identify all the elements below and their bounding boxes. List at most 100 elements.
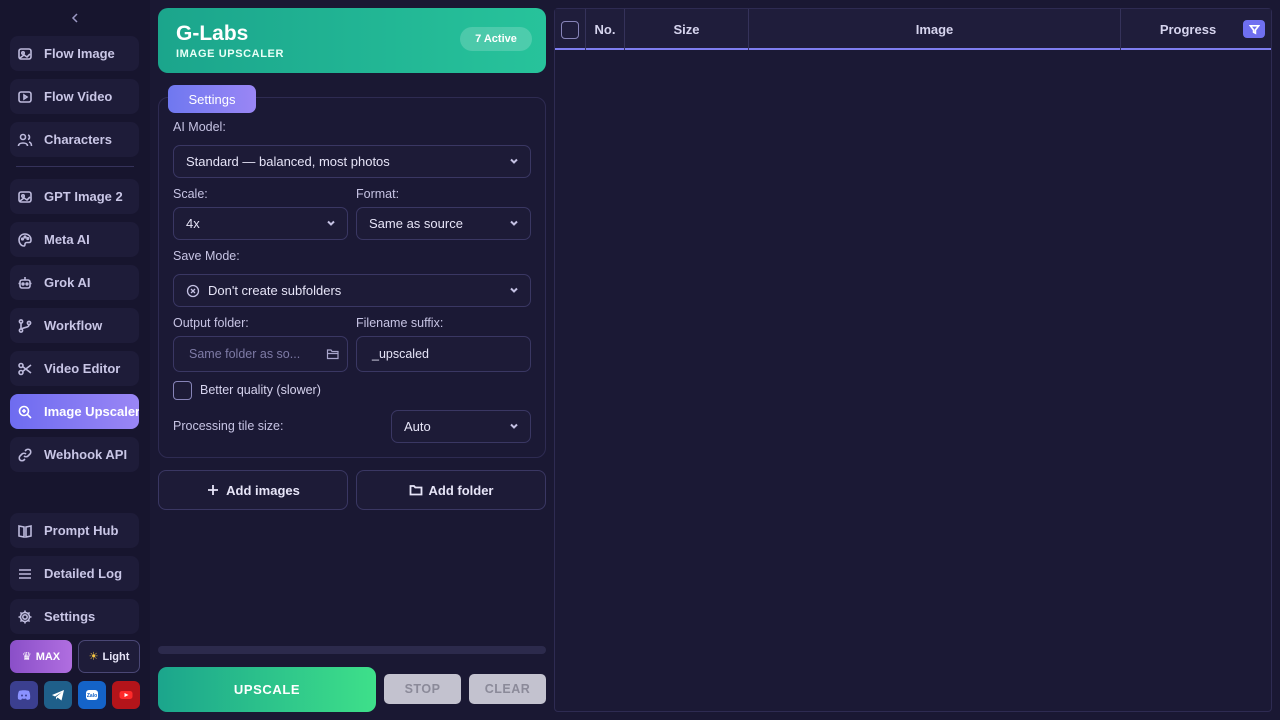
app-subtitle: IMAGE UPSCALER: [176, 48, 285, 60]
output-folder-label: Output folder:: [173, 316, 249, 330]
chevron-down-icon: [508, 284, 520, 296]
filename-suffix-label: Filename suffix:: [356, 316, 444, 330]
video-icon: [17, 89, 33, 105]
sidebar-item-flow-image[interactable]: Flow Image: [10, 36, 139, 71]
format-value: Same as source: [369, 216, 463, 231]
plus-icon: [206, 483, 220, 497]
sidebar-item-label: GPT Image 2: [44, 189, 123, 204]
folder-icon: [409, 483, 423, 497]
chevron-down-icon: [508, 155, 520, 167]
scissors-icon: [17, 361, 33, 377]
sun-icon: ☀: [88, 651, 99, 663]
chevron-down-icon: [508, 420, 520, 432]
add-folder-button[interactable]: Add folder: [356, 470, 546, 510]
sidebar-item-label: Grok AI: [44, 275, 91, 290]
link-icon: [17, 447, 33, 463]
scale-select[interactable]: 4x: [173, 207, 348, 240]
sidebar-item-detailed-log[interactable]: Detailed Log: [10, 556, 139, 591]
chevron-down-icon: [508, 217, 520, 229]
overall-progress-bar: [158, 646, 546, 654]
sidebar-item-label: Prompt Hub: [44, 523, 119, 538]
image-icon: [17, 46, 33, 62]
sidebar-item-image-upscaler[interactable]: Image Upscaler: [10, 394, 139, 429]
active-count-badge: 7 Active: [460, 27, 532, 51]
sidebar-item-meta-ai[interactable]: Meta AI: [10, 222, 139, 257]
users-icon: [17, 132, 33, 148]
upscale-button[interactable]: UPSCALE: [158, 667, 376, 712]
scale-label: Scale:: [173, 187, 208, 201]
table-header: No. Size Image Progress: [555, 9, 1271, 50]
sidebar-item-label: Characters: [44, 132, 112, 147]
tab-settings[interactable]: Settings: [168, 85, 256, 113]
app-header-card: G-Labs IMAGE UPSCALER 7 Active: [158, 8, 546, 73]
sidebar-item-workflow[interactable]: Workflow: [10, 308, 139, 343]
x-circle-icon: [186, 284, 200, 298]
filename-suffix-field[interactable]: _upscaled: [356, 336, 531, 372]
palette-icon: [17, 232, 33, 248]
filename-suffix-value: _upscaled: [372, 347, 429, 361]
sidebar-item-flow-video[interactable]: Flow Video: [10, 79, 139, 114]
sidebar-item-label: Flow Image: [44, 46, 115, 61]
select-all-checkbox[interactable]: [561, 20, 579, 39]
tile-size-select[interactable]: Auto: [391, 410, 531, 443]
crown-icon: ♛: [21, 651, 32, 663]
sidebar-item-gpt-image-2[interactable]: GPT Image 2: [10, 179, 139, 214]
list-icon: [17, 566, 33, 582]
zoom-in-icon: [17, 404, 33, 420]
better-quality-checkbox[interactable]: [173, 381, 192, 400]
sidebar-item-settings[interactable]: Settings: [10, 599, 139, 634]
ai-model-value: Standard — balanced, most photos: [186, 154, 390, 169]
sidebar-divider: [16, 166, 134, 167]
branch-icon: [17, 318, 33, 334]
theme-toggle-button[interactable]: ☀ Light: [78, 640, 140, 673]
image-queue-table: No. Size Image Progress: [554, 8, 1272, 712]
add-folder-label: Add folder: [428, 482, 494, 498]
sidebar-item-label: Flow Video: [44, 89, 113, 104]
sidebar-item-label: Video Editor: [44, 361, 121, 376]
app-title: G-Labs: [176, 22, 249, 45]
chevron-down-icon: [325, 217, 337, 229]
ai-model-select[interactable]: Standard — balanced, most photos: [173, 145, 531, 178]
sidebar-item-grok-ai[interactable]: Grok AI: [10, 265, 139, 300]
filter-icon[interactable]: [1243, 20, 1265, 38]
select-all-cell: [555, 9, 586, 50]
tile-size-value: Auto: [404, 419, 431, 434]
stop-button[interactable]: STOP: [384, 674, 461, 704]
sidebar-item-characters[interactable]: Characters: [10, 122, 139, 157]
gear-icon: [17, 609, 33, 625]
add-images-button[interactable]: Add images: [158, 470, 348, 510]
collapse-sidebar-icon[interactable]: [66, 9, 84, 27]
save-mode-select[interactable]: Don't create subfolders: [173, 274, 531, 307]
robot-icon: [17, 275, 33, 291]
output-folder-placeholder: Same folder as so...: [189, 347, 301, 361]
add-images-label: Add images: [226, 482, 300, 498]
tile-size-label: Processing tile size:: [173, 419, 284, 433]
save-mode-label: Save Mode:: [173, 249, 240, 263]
column-header-image[interactable]: Image: [749, 9, 1121, 50]
telegram-icon[interactable]: [44, 681, 72, 709]
column-header-no[interactable]: No.: [586, 9, 625, 50]
sidebar: Flow Image Flow Video Characters GPT Ima…: [0, 0, 150, 720]
clear-button[interactable]: CLEAR: [469, 674, 546, 704]
book-icon: [17, 523, 33, 539]
discord-icon[interactable]: [10, 681, 38, 709]
max-badge-label: MAX: [35, 650, 61, 663]
sidebar-item-label: Image Upscaler: [44, 404, 139, 419]
youtube-icon[interactable]: [112, 681, 140, 709]
scale-value: 4x: [186, 216, 200, 231]
folder-open-icon[interactable]: [326, 347, 340, 361]
save-mode-value: Don't create subfolders: [208, 283, 342, 298]
max-badge[interactable]: ♛ MAX: [10, 640, 72, 673]
sidebar-item-label: Meta AI: [44, 232, 90, 247]
format-select[interactable]: Same as source: [356, 207, 531, 240]
column-header-size[interactable]: Size: [625, 9, 749, 50]
output-folder-field[interactable]: Same folder as so...: [173, 336, 348, 372]
sidebar-item-prompt-hub[interactable]: Prompt Hub: [10, 513, 139, 548]
zalo-icon[interactable]: Zalo: [78, 681, 106, 709]
sidebar-item-video-editor[interactable]: Video Editor: [10, 351, 139, 386]
sidebar-item-label: Detailed Log: [44, 566, 123, 581]
sidebar-item-webhook-api[interactable]: Webhook API: [10, 437, 139, 472]
better-quality-label: Better quality (slower): [200, 383, 321, 397]
svg-text:Zalo: Zalo: [87, 693, 97, 699]
theme-toggle-label: Light: [102, 650, 130, 663]
